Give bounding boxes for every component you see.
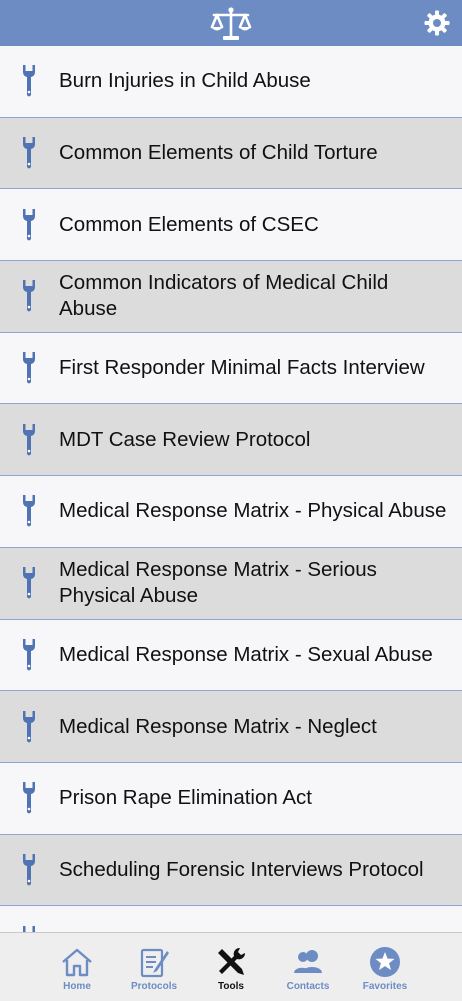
list-item[interactable]: Medical Response Matrix - Physical Abuse (0, 476, 462, 548)
list-item-label: MDT Case Review Protocol (59, 427, 311, 451)
list-item[interactable]: Medical Response Matrix - Neglect (0, 691, 462, 763)
wrench-icon (23, 925, 35, 932)
list-item[interactable]: First Responder Minimal Facts Interview (0, 332, 462, 405)
document-pen-icon (140, 948, 169, 978)
list-item-label: Common Elements of Child Torture (59, 141, 378, 165)
list-item-label: First Responder Minimal Facts Interview (59, 356, 425, 380)
tools-icon (218, 947, 246, 975)
list-item-label: Burn Injuries in Child Abuse (59, 69, 311, 93)
tab-tools[interactable]: Tools (191, 933, 271, 1001)
list-item-label: Medical Response Matrix - Physical Abuse (59, 499, 447, 523)
list-item[interactable]: MDT Case Review Protocol (0, 404, 462, 477)
tab-contacts[interactable]: Contacts (268, 933, 348, 1001)
list-item-label: Scheduling Forensic Interviews Protocol (59, 857, 424, 881)
app-header (0, 0, 462, 46)
list-item-label: Medical Response Matrix - Sexual Abuse (59, 642, 433, 666)
home-icon (62, 948, 92, 977)
tab-label-home: Home (63, 981, 91, 992)
tab-label-favorites: Favorites (362, 981, 408, 992)
wrench-icon (23, 710, 35, 743)
wrench-icon (23, 208, 35, 241)
tab-protocols[interactable]: Protocols (114, 933, 194, 1001)
list-item-label: Common Elements of CSEC (59, 212, 319, 236)
tools-list: Burn Injuries in Child Abuse Common Eleme… (0, 46, 462, 932)
tab-label-contacts: Contacts (286, 981, 330, 992)
wrench-icon (23, 65, 35, 97)
tab-bar: Home Protocols Tools Contacts Favorites (0, 932, 462, 1001)
tab-label-tools: Tools (218, 981, 244, 992)
list-item-label: Common Indicators of Medical Child Abuse (59, 271, 389, 321)
list-item[interactable] (0, 906, 462, 932)
list-item[interactable]: Common Elements of CSEC (0, 189, 462, 262)
tab-label-protocols: Protocols (130, 981, 178, 992)
wrench-icon (23, 137, 35, 169)
list-item[interactable]: Scheduling Forensic Interviews Protocol (0, 834, 462, 907)
scales-of-justice-icon (210, 7, 252, 40)
list-item[interactable]: Prison Rape Elimination Act (0, 762, 462, 835)
contacts-icon (294, 950, 322, 973)
wrench-icon (23, 782, 35, 814)
star-icon (370, 947, 400, 977)
wrench-icon (23, 567, 35, 599)
wrench-icon (23, 495, 35, 527)
wrench-icon (23, 638, 35, 671)
list-item-label: Medical Response Matrix - Neglect (59, 714, 377, 738)
list-item[interactable]: Medical Response Matrix - Sexual Abuse (0, 619, 462, 692)
list-item-label: Medical Response Matrix - Serious Physic… (59, 558, 377, 608)
list-item[interactable]: Common Elements of Child Torture (0, 117, 462, 190)
tab-home[interactable]: Home (37, 933, 117, 1001)
list-item[interactable]: Burn Injuries in Child Abuse (0, 46, 462, 118)
wrench-icon (23, 423, 35, 456)
tab-favorites[interactable]: Favorites (345, 933, 425, 1001)
list-item[interactable]: Medical Response Matrix - Serious Physic… (0, 547, 462, 620)
gear-icon[interactable] (424, 10, 450, 36)
wrench-icon (23, 853, 35, 886)
list-item[interactable]: Common Indicators of Medical Child Abuse (0, 261, 462, 333)
wrench-icon (23, 352, 35, 384)
list-item-label: Prison Rape Elimination Act (59, 786, 312, 810)
wrench-icon (23, 280, 35, 312)
